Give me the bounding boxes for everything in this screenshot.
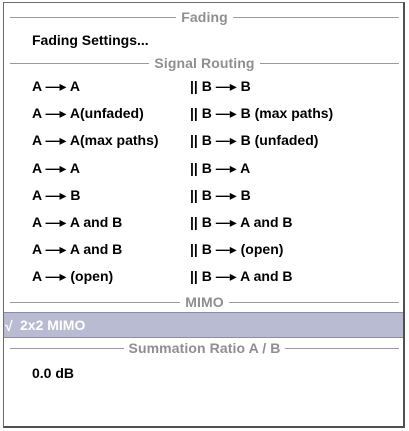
routing-a-label: A —▸ A <box>32 159 80 176</box>
routing-b-label: || B —▸ B (max paths) <box>190 104 334 121</box>
divider <box>10 16 177 18</box>
menu-item-routing-6[interactable]: A —▸ A and B || B —▸ A and B <box>4 209 403 235</box>
routing-a-label: A —▸ A <box>32 77 80 94</box>
routing-a-label: A —▸ (open) <box>32 267 114 284</box>
menu-item-summation-value[interactable]: 0.0 dB <box>4 360 403 386</box>
menu-item-2x2-mimo[interactable]: √ 2x2 MIMO <box>4 312 403 338</box>
routing-b-label: || B —▸ A and B <box>190 213 293 230</box>
menu-item-routing-5[interactable]: A —▸ B || B —▸ B <box>4 182 403 208</box>
routing-a-label: A —▸ A(unfaded) <box>32 104 144 121</box>
menu-item-routing-8[interactable]: A —▸ (open) || B —▸ A and B <box>4 263 403 289</box>
divider <box>10 62 150 64</box>
divider <box>10 347 124 349</box>
menu-item-fading-settings[interactable]: Fading Settings... <box>4 27 403 53</box>
menu-item-routing-2[interactable]: A —▸ A(unfaded) || B —▸ B (max paths) <box>4 100 403 126</box>
routing-b-label: || B —▸ B (unfaded) <box>190 131 319 148</box>
section-title-fading: Fading <box>181 9 228 25</box>
menu-item-routing-7[interactable]: A —▸ A and B || B —▸ (open) <box>4 236 403 262</box>
routing-a-label: A —▸ A and B <box>32 240 123 257</box>
menu-item-label: Fading Settings... <box>32 32 149 48</box>
menu-item-routing-4[interactable]: A —▸ A || B —▸ A <box>4 155 403 181</box>
menu-item-routing-3[interactable]: A —▸ A(max paths) || B —▸ B (unfaded) <box>4 127 403 153</box>
divider <box>10 301 181 303</box>
routing-b-label: || B —▸ A <box>190 159 251 176</box>
divider <box>285 347 399 349</box>
context-menu: Fading Fading Settings... Signal Routing… <box>3 2 405 428</box>
section-title-summation-ratio: Summation Ratio A / B <box>128 340 281 356</box>
menu-item-routing-1[interactable]: A —▸ A || B —▸ B <box>4 73 403 99</box>
section-header-signal-routing: Signal Routing <box>10 53 400 73</box>
divider <box>228 301 400 303</box>
divider <box>259 62 400 64</box>
section-title-mimo: MIMO <box>185 294 224 310</box>
routing-b-label: || B —▸ A and B <box>190 267 293 284</box>
section-header-mimo: MIMO <box>10 292 400 312</box>
section-header-summation-ratio: Summation Ratio A / B <box>10 338 399 358</box>
routing-a-label: A —▸ B <box>32 186 81 203</box>
routing-b-label: || B —▸ B <box>190 77 251 94</box>
divider <box>232 16 400 18</box>
routing-a-label: A —▸ A and B <box>32 213 123 230</box>
menu-item-label: 0.0 dB <box>32 365 75 381</box>
checkmark-icon: √ <box>5 318 13 334</box>
section-title-signal-routing: Signal Routing <box>154 55 255 71</box>
routing-a-label: A —▸ A(max paths) <box>32 131 159 148</box>
routing-b-label: || B —▸ (open) <box>190 240 284 257</box>
section-header-fading: Fading <box>10 7 400 27</box>
menu-item-label: 2x2 MIMO <box>20 317 86 333</box>
routing-b-label: || B —▸ B <box>190 186 251 203</box>
